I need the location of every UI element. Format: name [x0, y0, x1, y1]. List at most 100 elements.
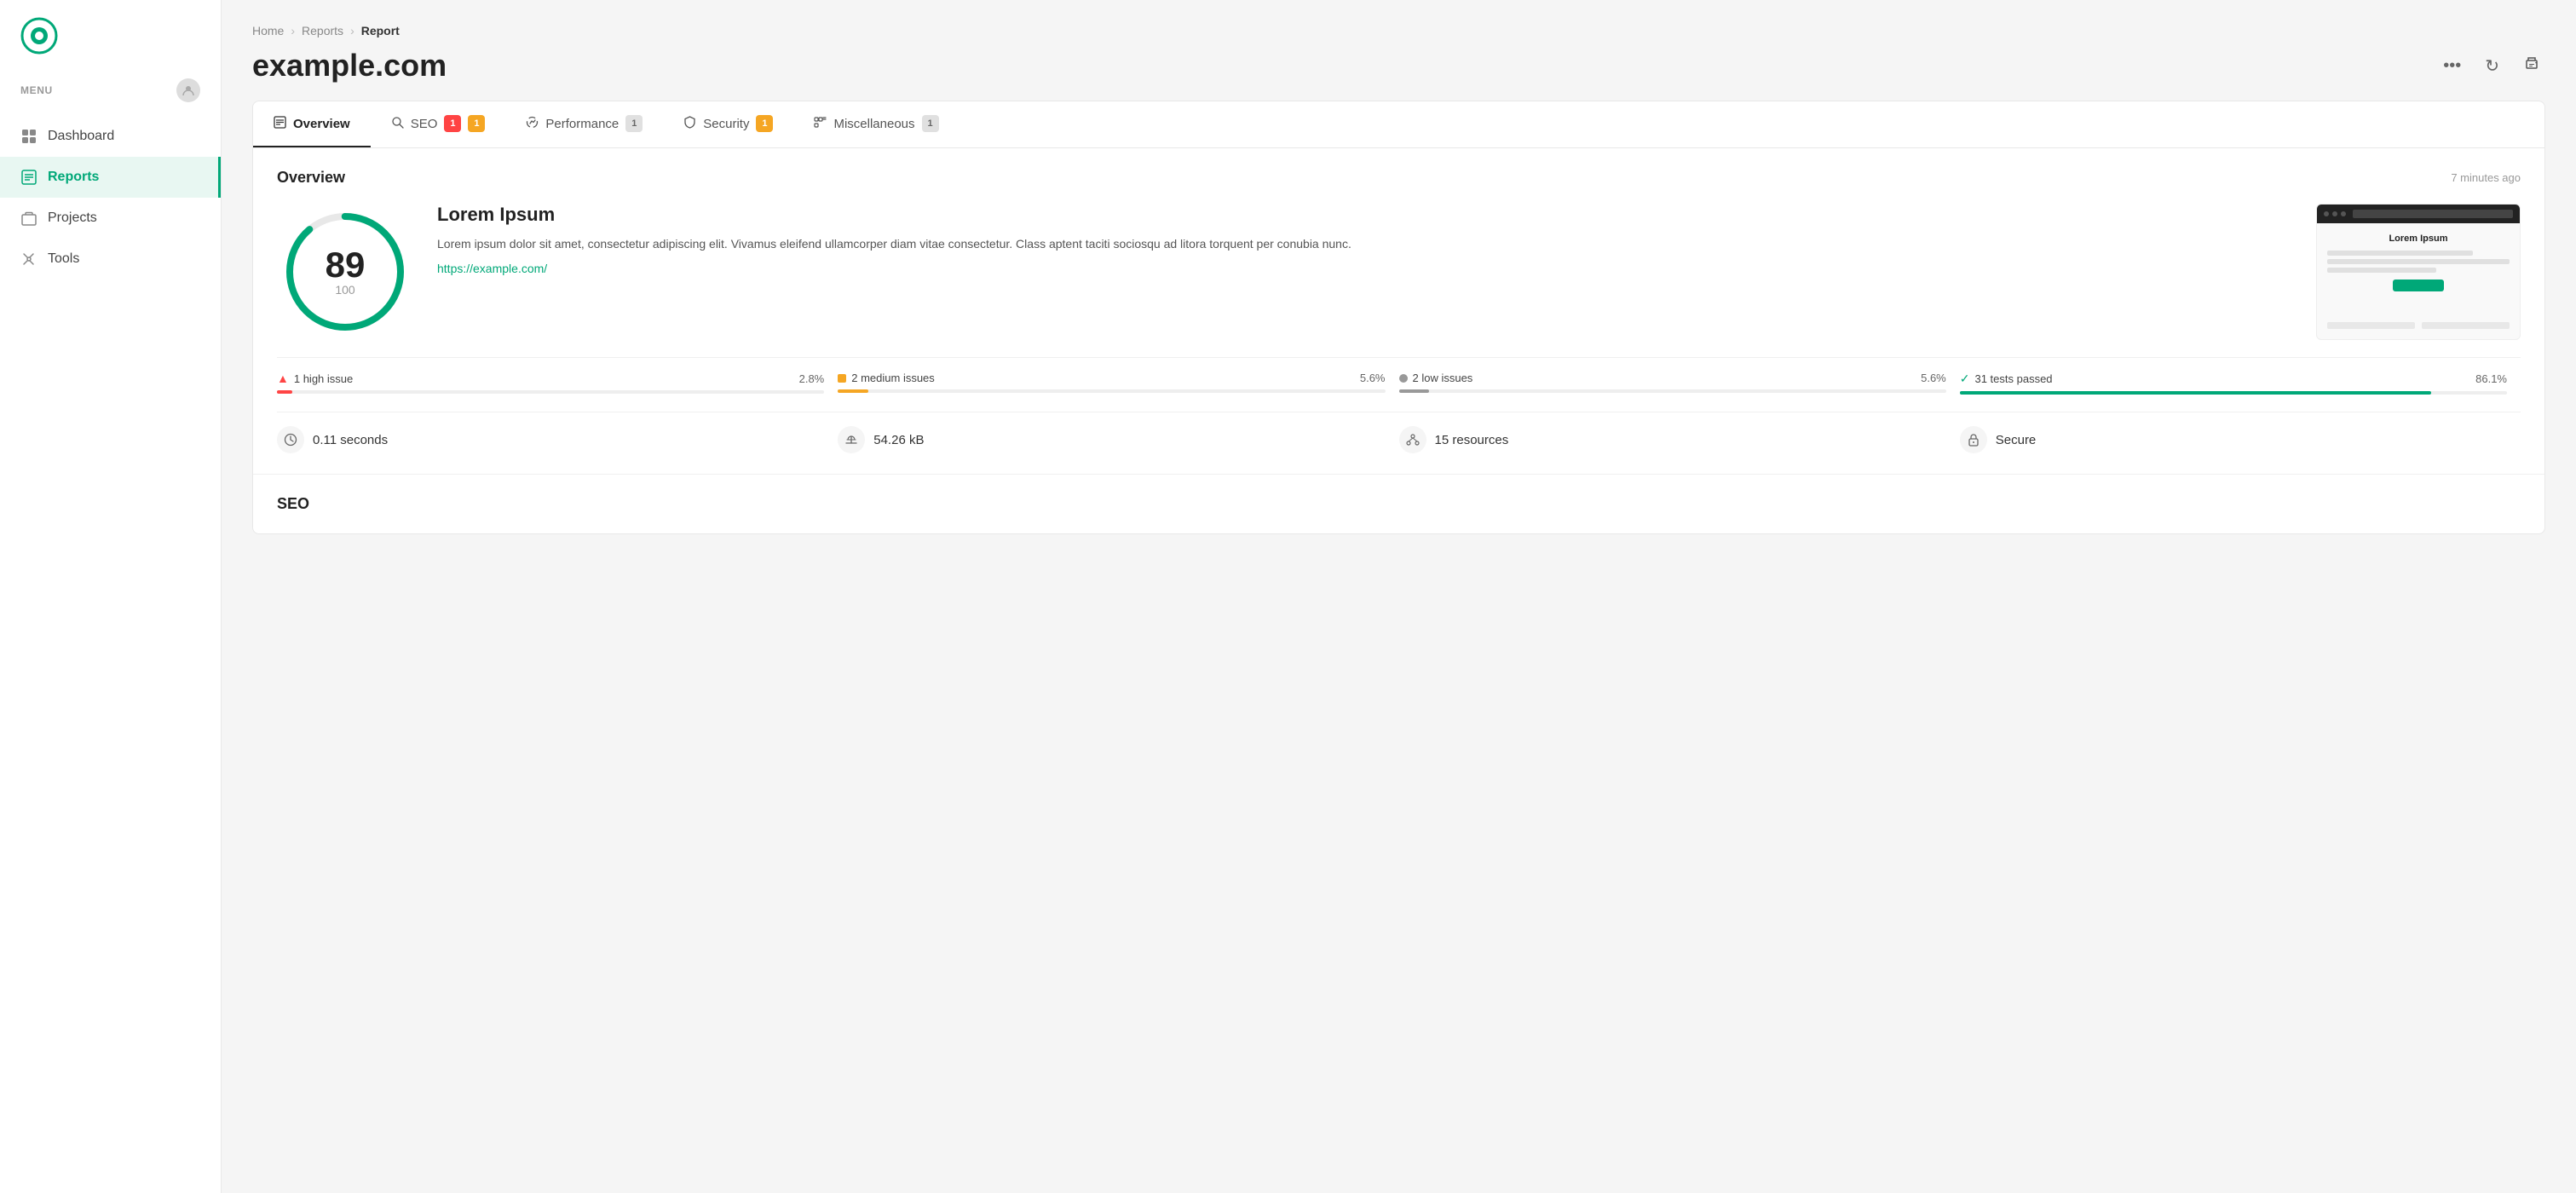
resources-icon-svg: [1406, 433, 1420, 447]
issue-passed-label: ✓ 31 tests passed: [1960, 372, 2053, 386]
overview-main: 89 100 Lorem Ipsum Lorem ipsum dolor sit…: [277, 204, 2521, 340]
resources-icon: [1399, 426, 1426, 453]
preview-dot-2: [2332, 211, 2337, 216]
preview-url-bar: [2353, 210, 2513, 218]
reports-icon-svg: [21, 170, 37, 185]
issues-row: ▲ 1 high issue 2.8% 2 medium issues: [277, 357, 2521, 395]
scale-icon-svg: [844, 433, 858, 447]
overview-time: 7 minutes ago: [2451, 171, 2521, 184]
user-avatar[interactable]: [176, 78, 200, 102]
issue-passed-pct: 86.1%: [2475, 372, 2507, 385]
pass-check-icon: ✓: [1960, 372, 1970, 386]
tools-icon-svg: [21, 251, 37, 267]
issue-passed-text: 31 tests passed: [1974, 372, 2052, 385]
security-badge: 1: [756, 115, 773, 132]
sidebar-item-tools[interactable]: Tools: [0, 239, 221, 280]
issue-low-pct: 5.6%: [1921, 372, 1946, 384]
issue-low-label: 2 low issues: [1399, 372, 1473, 384]
overview-tab-icon: [274, 116, 286, 132]
site-description: Lorem ipsum dolor sit amet, consectetur …: [437, 234, 2292, 253]
misc-icon-svg: [814, 116, 827, 129]
breadcrumb-home[interactable]: Home: [252, 24, 284, 37]
sidebar-item-dashboard[interactable]: Dashboard: [0, 116, 221, 157]
tools-icon: [20, 251, 37, 268]
avatar-icon: [182, 84, 195, 97]
print-button[interactable]: [2518, 49, 2545, 82]
medium-square-icon: [838, 374, 846, 383]
refresh-icon: ↻: [2485, 55, 2499, 77]
score-max: 100: [326, 283, 366, 297]
misc-tab-icon: [814, 116, 827, 132]
reports-icon: [20, 169, 37, 186]
preview-line-3: [2327, 268, 2436, 273]
tabs-container: Overview SEO 1 1: [253, 101, 2544, 148]
breadcrumb-reports[interactable]: Reports: [302, 24, 343, 37]
header-actions: ••• ↻: [2438, 49, 2545, 82]
preview-bottom-line-2: [2422, 322, 2510, 329]
issue-high-label: ▲ 1 high issue: [277, 372, 353, 385]
performance-tab-icon: [526, 116, 539, 132]
stat-size: 54.26 kB: [838, 426, 1398, 453]
tab-overview-label: Overview: [293, 117, 350, 131]
secure-icon: [1960, 426, 1987, 453]
score-text: 89 100: [326, 247, 366, 297]
sidebar-item-reports[interactable]: Reports: [0, 157, 221, 198]
overview-section-title: Overview: [277, 169, 345, 187]
page-header: example.com ••• ↻: [252, 48, 2545, 84]
page-title: example.com: [252, 48, 447, 84]
score-circle: 89 100: [277, 204, 413, 340]
seo-section: SEO: [253, 475, 2544, 533]
issue-low-text: 2 low issues: [1413, 372, 1473, 384]
app-logo-icon: [20, 17, 58, 55]
refresh-button[interactable]: ↻: [2480, 50, 2504, 82]
issue-medium-text: 2 medium issues: [851, 372, 935, 384]
site-url[interactable]: https://example.com/: [437, 262, 547, 275]
preview-text-lines: [2327, 251, 2510, 273]
projects-icon: [20, 210, 37, 227]
overview-header: Overview 7 minutes ago: [277, 169, 2521, 187]
menu-label-text: MENU: [20, 84, 53, 96]
issue-low-bar-fill: [1399, 389, 1430, 393]
security-tab-icon: [683, 116, 696, 132]
issue-medium-header: 2 medium issues 5.6%: [838, 372, 1385, 384]
breadcrumb-sep-2: ›: [350, 24, 354, 37]
performance-icon-svg: [526, 116, 539, 129]
tab-performance[interactable]: Performance 1: [505, 101, 663, 147]
preview-bottom-line-1: [2327, 322, 2415, 329]
breadcrumb: Home › Reports › Report: [252, 24, 2545, 37]
misc-badge: 1: [922, 115, 939, 132]
sidebar-reports-label: Reports: [48, 170, 99, 185]
size-icon: [838, 426, 865, 453]
stat-size-value: 54.26 kB: [873, 433, 924, 447]
sidebar: MENU Dashboard: [0, 0, 222, 1193]
site-preview-thumbnail: Lorem Ipsum: [2316, 204, 2521, 340]
sidebar-dashboard-label: Dashboard: [48, 129, 114, 144]
issue-medium-bar-bg: [838, 389, 1385, 393]
issue-low-bar-bg: [1399, 389, 1946, 393]
preview-dot-1: [2324, 211, 2329, 216]
issue-high-bar-fill: [277, 390, 292, 394]
seo-section-title: SEO: [277, 495, 309, 512]
issue-medium-label: 2 medium issues: [838, 372, 935, 384]
issue-high-header: ▲ 1 high issue 2.8%: [277, 372, 824, 385]
tab-seo[interactable]: SEO 1 1: [371, 101, 506, 147]
site-title: Lorem Ipsum: [437, 204, 2292, 226]
issue-high-pct: 2.8%: [799, 372, 825, 385]
stats-row: 0.11 seconds 54.26 kB: [277, 412, 2521, 453]
tab-overview[interactable]: Overview: [253, 101, 371, 147]
tab-seo-label: SEO: [411, 117, 438, 131]
tab-miscellaneous[interactable]: Miscellaneous 1: [793, 101, 959, 147]
issue-high-bar-bg: [277, 390, 824, 394]
tab-security[interactable]: Security 1: [663, 101, 793, 147]
breadcrumb-current: Report: [361, 24, 400, 37]
issue-high-text: 1 high issue: [294, 372, 353, 385]
report-card: Overview SEO 1 1: [252, 101, 2545, 534]
preview-line-1: [2327, 251, 2473, 256]
low-circle-icon: [1399, 374, 1408, 383]
sidebar-item-projects[interactable]: Projects: [0, 198, 221, 239]
preview-cta-button: [2393, 280, 2444, 291]
more-options-button[interactable]: •••: [2438, 51, 2466, 81]
sidebar-menu-header: MENU: [0, 72, 221, 116]
performance-badge: 1: [625, 115, 643, 132]
preview-bottom-lines: [2327, 322, 2510, 329]
